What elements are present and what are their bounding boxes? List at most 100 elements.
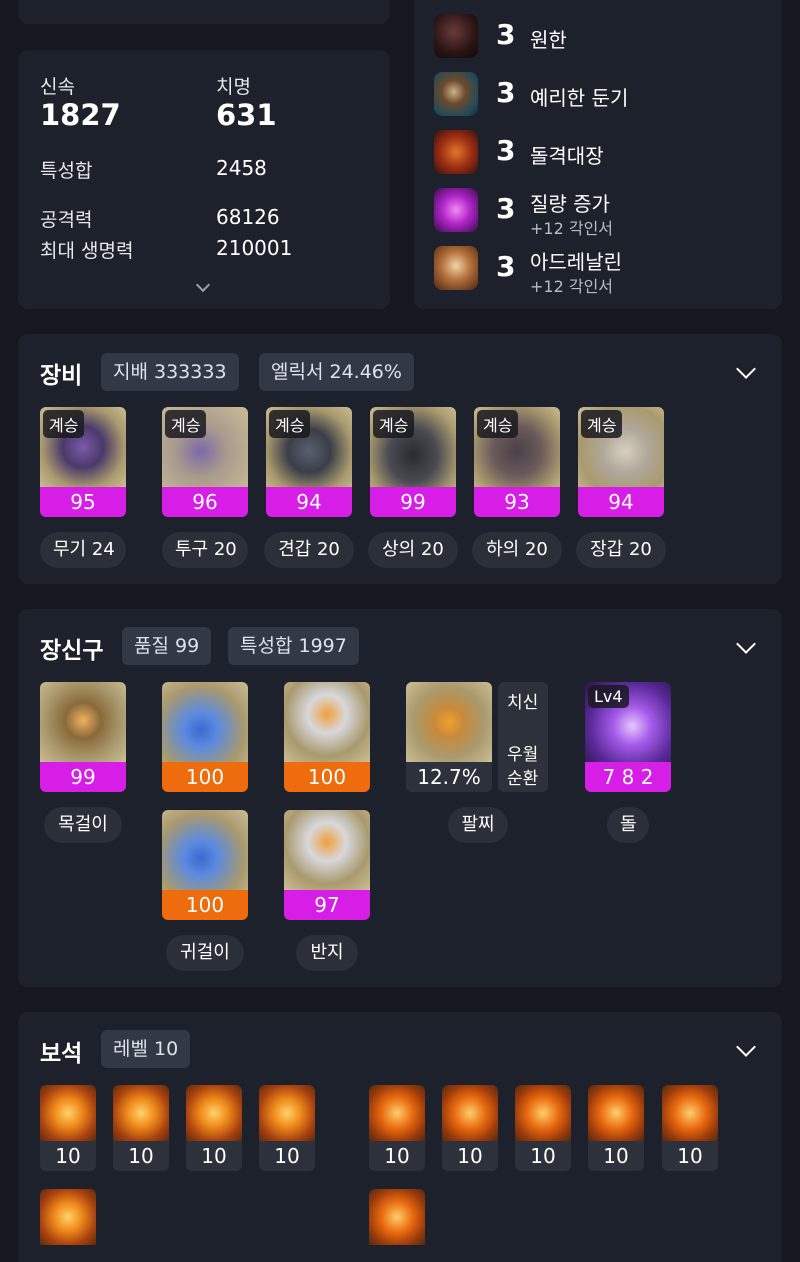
gem-slot[interactable]: 10 <box>113 1085 169 1171</box>
engraving-book-label: +12 각인서 <box>530 219 614 238</box>
maxhp-label: 최대 생명력 <box>40 240 134 262</box>
gem-level: 10 <box>442 1141 498 1171</box>
quality-value: 100 <box>162 762 248 792</box>
cooldown-gem-icon <box>369 1189 425 1245</box>
necklace-icon <box>40 682 126 762</box>
engraving-row[interactable]: 3 원한 <box>434 14 774 62</box>
gem-slot-partial[interactable] <box>369 1189 425 1262</box>
gloves-label: 장갑 20 <box>576 532 666 568</box>
gem-slot[interactable]: 10 <box>588 1085 644 1171</box>
speed-value: 1827 <box>40 98 121 132</box>
gem-slot[interactable]: 10 <box>442 1085 498 1171</box>
damage-gem-icon <box>186 1085 242 1141</box>
earring-label: 귀걸이 <box>166 935 244 971</box>
crit-label: 치명 <box>216 76 251 98</box>
accessories-card: 장신구 품질 99 특성합 1997 99 100 100 100 97 12.… <box>18 609 782 987</box>
accessories-chevron-down-icon[interactable] <box>736 634 756 654</box>
cooldown-gem-icon <box>662 1085 718 1141</box>
gems-title: 보석 <box>40 1041 83 1067</box>
quality-value: 94 <box>266 487 352 517</box>
gem-slot[interactable]: 10 <box>40 1085 96 1171</box>
bracelet-option: 우월 <box>507 745 539 765</box>
inherit-badge: 계승 <box>43 410 85 438</box>
inherit-badge: 계승 <box>165 410 207 438</box>
gem-slot-partial[interactable] <box>40 1189 96 1262</box>
trait-sum-value: 2458 <box>216 156 267 180</box>
inherit-badge: 계승 <box>477 410 519 438</box>
legs-label: 하의 20 <box>472 532 562 568</box>
gem-slot[interactable]: 10 <box>515 1085 571 1171</box>
earring-slot[interactable]: 100 <box>162 682 248 792</box>
charge-captain-icon <box>434 130 478 174</box>
engraving-name: 질량 증가 <box>530 192 610 216</box>
stone-value: 7 8 2 <box>585 762 671 792</box>
legs-slot[interactable]: 계승 93 <box>474 407 560 517</box>
engraving-name: 예리한 둔기 <box>530 86 629 110</box>
engraving-level: 3 <box>496 134 516 167</box>
cooldown-gem-icon <box>369 1085 425 1141</box>
necklace-label: 목걸이 <box>44 807 122 843</box>
earring-icon <box>162 682 248 762</box>
shoulder-slot[interactable]: 계승 94 <box>266 407 352 517</box>
engraving-book-label: +12 각인서 <box>530 277 614 296</box>
chest-slot[interactable]: 계승 99 <box>370 407 456 517</box>
damage-gem-icon <box>40 1189 96 1245</box>
engraving-level: 3 <box>496 250 516 283</box>
earring-icon <box>162 810 248 890</box>
engraving-level: 3 <box>496 18 516 51</box>
wolf-demon-icon <box>434 14 478 58</box>
quality-value: 94 <box>578 487 664 517</box>
bracelet-label: 팔찌 <box>448 807 508 843</box>
maxhp-value: 210001 <box>216 236 293 260</box>
bracelet-value: 12.7% <box>406 762 492 792</box>
ring-label: 반지 <box>296 935 358 971</box>
engraving-row[interactable]: 3 질량 증가 +12 각인서 <box>434 188 774 238</box>
bracelet-icon <box>406 682 492 762</box>
gem-slot[interactable]: 10 <box>369 1085 425 1171</box>
top-partial-card-left <box>18 0 390 24</box>
ring-slot[interactable]: 100 <box>284 682 370 792</box>
equipment-title: 장비 <box>40 363 83 389</box>
quality-value: 100 <box>162 890 248 920</box>
gems-chevron-down-icon[interactable] <box>736 1037 756 1057</box>
helmet-slot[interactable]: 계승 96 <box>162 407 248 517</box>
chest-label: 상의 20 <box>368 532 458 568</box>
helmet-label: 투구 20 <box>162 532 248 568</box>
gloves-slot[interactable]: 계승 94 <box>578 407 664 517</box>
engraving-row[interactable]: 3 아드레날린 +12 각인서 <box>434 246 774 296</box>
engraving-row[interactable]: 3 돌격대장 <box>434 130 774 178</box>
earring-slot-2[interactable]: 100 <box>162 810 248 920</box>
engraving-name: 아드레날린 <box>530 250 622 274</box>
gem-slot[interactable]: 10 <box>259 1085 315 1171</box>
trait-sum-label: 특성합 <box>40 160 93 182</box>
quality-value: 93 <box>474 487 560 517</box>
gem-level: 10 <box>259 1141 315 1171</box>
equipment-chevron-down-icon[interactable] <box>736 359 756 379</box>
attack-label: 공격력 <box>40 209 93 231</box>
necklace-slot[interactable]: 99 <box>40 682 126 792</box>
ability-stone-slot[interactable]: Lv4 7 8 2 <box>585 682 671 792</box>
damage-gem-icon <box>113 1085 169 1141</box>
gem-level: 10 <box>113 1141 169 1171</box>
damage-gem-icon <box>40 1085 96 1141</box>
gem-slot[interactable]: 10 <box>186 1085 242 1171</box>
bracelet-slot[interactable]: 12.7% <box>406 682 492 792</box>
weapon-slot[interactable]: 계승 95 <box>40 407 126 517</box>
gem-slot[interactable]: 10 <box>662 1085 718 1171</box>
gem-level: 10 <box>515 1141 571 1171</box>
stats-expand-chevron-icon[interactable] <box>195 277 211 293</box>
cooldown-gem-icon <box>442 1085 498 1141</box>
inherit-badge: 계승 <box>269 410 311 438</box>
gem-level: 10 <box>662 1141 718 1171</box>
engraving-name: 돌격대장 <box>530 144 604 168</box>
stone-label: 돌 <box>607 807 649 843</box>
gem-level-chip: 레벨 10 <box>101 1030 191 1068</box>
gems-card: 보석 레벨 10 10 10 10 10 10 10 10 10 10 <box>18 1012 782 1262</box>
quality-value: 95 <box>40 487 126 517</box>
ring-slot-2[interactable]: 97 <box>284 810 370 920</box>
engraving-row[interactable]: 3 예리한 둔기 <box>434 72 774 120</box>
trait-sum-chip: 특성합 1997 <box>228 627 359 665</box>
mass-increase-icon <box>434 188 478 232</box>
gem-level: 10 <box>588 1141 644 1171</box>
adrenaline-icon <box>434 246 478 290</box>
